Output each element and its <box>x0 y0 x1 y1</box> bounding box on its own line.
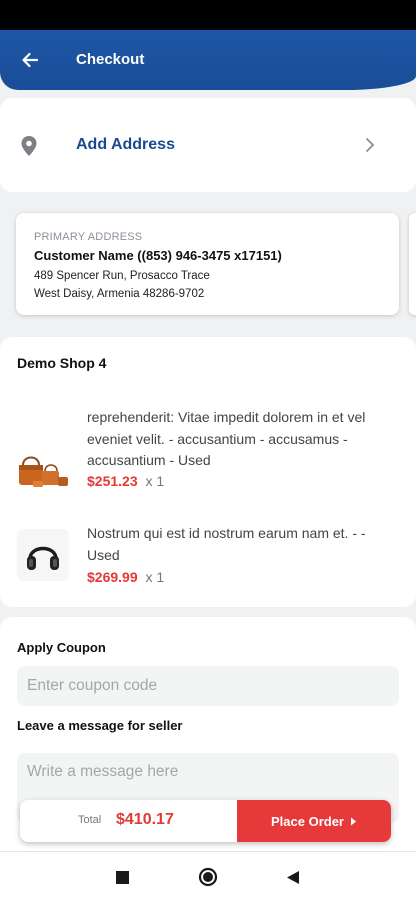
home-button[interactable] <box>197 866 219 888</box>
apply-coupon-label: Apply Coupon <box>17 640 106 655</box>
address-line-1: 489 Spencer Run, Prosacco Trace <box>34 270 210 282</box>
product-thumbnail <box>17 529 69 581</box>
item-quantity: x 1 <box>145 569 165 585</box>
item-price: $269.99 <box>87 569 138 585</box>
chevron-right-icon <box>366 138 375 152</box>
coupon-code-input[interactable] <box>17 666 399 706</box>
caret-right-icon <box>351 817 356 825</box>
circle-home-icon <box>198 867 218 887</box>
total-label: Total <box>78 814 102 826</box>
shop-card: Demo Shop 4 reprehenderit: Vitae impedit… <box>0 337 416 607</box>
place-order-button[interactable]: Place Order <box>237 800 391 842</box>
primary-address-card[interactable]: PRIMARY ADDRESS Customer Name ((853) 946… <box>16 213 399 315</box>
handbag-set-icon <box>19 456 68 487</box>
system-nav-bar <box>0 851 416 900</box>
shop-name: Demo Shop 4 <box>17 355 107 371</box>
back-button[interactable] <box>14 44 46 76</box>
primary-address-label: PRIMARY ADDRESS <box>34 231 143 243</box>
arrow-left-icon <box>22 52 39 68</box>
product-thumbnail <box>17 445 69 497</box>
total-value: $410.17 <box>116 811 174 828</box>
back-nav-button[interactable] <box>282 866 304 888</box>
order-summary-bar: Total $410.17 Place Order <box>20 800 391 842</box>
seller-message-label: Leave a message for seller <box>17 718 183 733</box>
item-description: reprehenderit: Vitae impedit dolorem in … <box>87 409 366 468</box>
item-price: $251.23 <box>87 473 138 489</box>
headphones-icon <box>27 546 59 570</box>
page-title: Checkout <box>76 51 145 68</box>
place-order-label: Place Order <box>271 813 344 829</box>
recents-button[interactable] <box>111 866 133 888</box>
next-address-card[interactable] <box>409 213 416 315</box>
address-line-2: West Daisy, Armenia 48286-9702 <box>34 288 205 300</box>
customer-name: Customer Name ((853) 946-3475 x17151) <box>34 248 282 263</box>
address-carousel[interactable]: PRIMARY ADDRESS Customer Name ((853) 946… <box>0 206 416 326</box>
square-recents-icon <box>115 870 129 884</box>
status-bar <box>0 0 416 30</box>
item-quantity: x 1 <box>145 473 165 489</box>
item-description: Nostrum qui est id nostrum earum nam et.… <box>87 525 366 563</box>
item-price-row: $269.99 x 1 <box>87 569 164 585</box>
triangle-back-icon <box>287 870 299 884</box>
location-pin-icon <box>21 136 37 156</box>
add-address-row[interactable]: Add Address <box>0 98 416 192</box>
add-address-label: Add Address <box>76 136 175 153</box>
app-bar: Checkout <box>0 30 416 90</box>
item-price-row: $251.23 x 1 <box>87 473 164 489</box>
